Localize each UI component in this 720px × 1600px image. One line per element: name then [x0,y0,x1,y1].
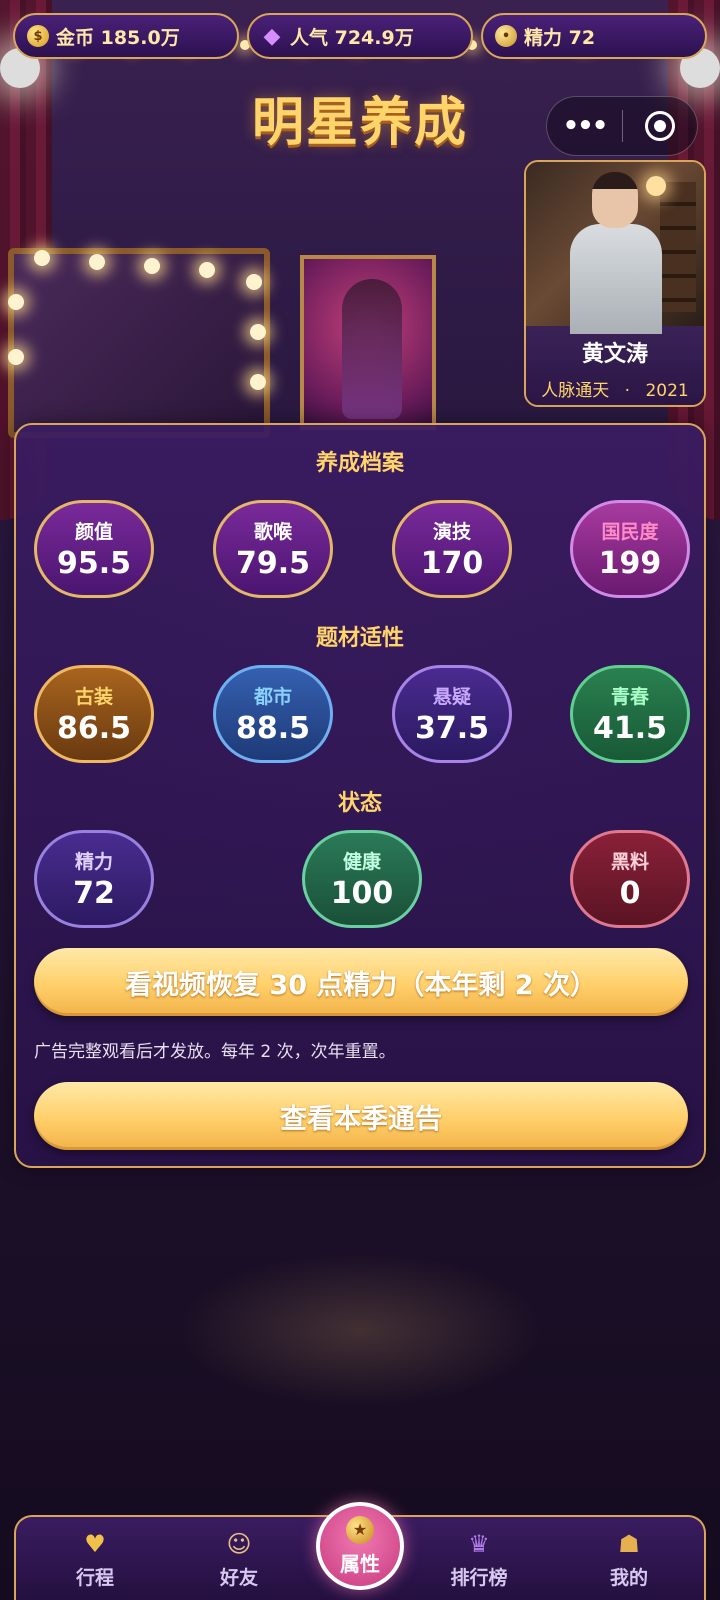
coin-icon: $ [27,25,49,47]
attributes-panel: 养成档案 颜值 95.5 歌喉 79.5 演技 170 国民度 199 题材适性… [14,423,706,1168]
star-subtitle-separator: · [624,381,631,401]
genre-youth: 青春 41.5 [570,665,690,763]
watch-video-energy-button[interactable]: 看视频恢复 30 点精力（本年剩 2 次） [34,948,688,1016]
gem-icon: ◆ [263,23,281,49]
stat-looks: 颜值 95.5 [34,500,154,598]
star-trait: 人脉通天 [541,381,610,401]
star-medal-icon: ★ [346,1515,374,1544]
energy-pill[interactable]: • 精力 72 [481,13,707,59]
star-subtitle: 人脉通天 · 2021 [526,376,704,401]
star-year: 2021 [645,381,689,401]
ad-note: 广告完整观看后才发放。每年 2 次，次年重置。 [34,1042,396,1062]
view-notices-button[interactable]: 查看本季通告 [34,1082,688,1150]
stat-fame: 国民度 199 [570,500,690,598]
energy-icon: • [495,25,517,47]
profile-section-title: 养成档案 [315,451,404,476]
wall-poster [300,255,436,430]
star-portrait [526,162,704,334]
more-menu-button[interactable]: ••• [547,111,622,141]
dressing-mirror [8,248,270,438]
genre-section-title: 题材适性 [315,626,404,651]
friends-icon: ☺ [226,1530,252,1558]
popularity-pill[interactable]: ◆ 人气 724.9万 [247,13,473,59]
popularity-text: 人气 724.9万 [290,26,414,49]
bag-icon: ☗ [618,1530,640,1558]
star-avatar-card[interactable]: 黄文涛 人脉通天 · 2021 [524,160,706,407]
genre-costume: 古装 86.5 [34,665,154,763]
heart-icon: ♥ [84,1530,106,1558]
status-section-title: 状态 [337,791,382,816]
tab-friends[interactable]: ☺ 好友 [184,1529,294,1590]
stat-voice: 歌喉 79.5 [213,500,333,598]
target-icon [644,111,675,141]
status-energy: 精力 72 [34,830,154,928]
tab-leaderboard[interactable]: ♛ 排行榜 [424,1529,534,1590]
star-name: 黄文涛 [581,342,648,367]
close-capsule-button[interactable] [623,111,697,141]
stat-acting: 演技 170 [392,500,512,598]
mini-program-capsule: ••• [546,96,698,156]
genre-urban: 都市 88.5 [213,665,333,763]
tab-schedule[interactable]: ♥ 行程 [40,1529,150,1590]
status-scandal: 黑料 0 [570,830,690,928]
coins-pill[interactable]: $ 金币 185.0万 [13,13,239,59]
status-health: 健康 100 [302,830,422,928]
tab-me[interactable]: ☗ 我的 [574,1529,684,1590]
coins-text: 金币 185.0万 [56,26,180,49]
genre-mystery: 悬疑 37.5 [392,665,512,763]
tab-attributes[interactable]: ★ 属性 [316,1502,404,1590]
trophy-icon: ♛ [468,1530,490,1558]
energy-text: 精力 72 [524,26,596,49]
